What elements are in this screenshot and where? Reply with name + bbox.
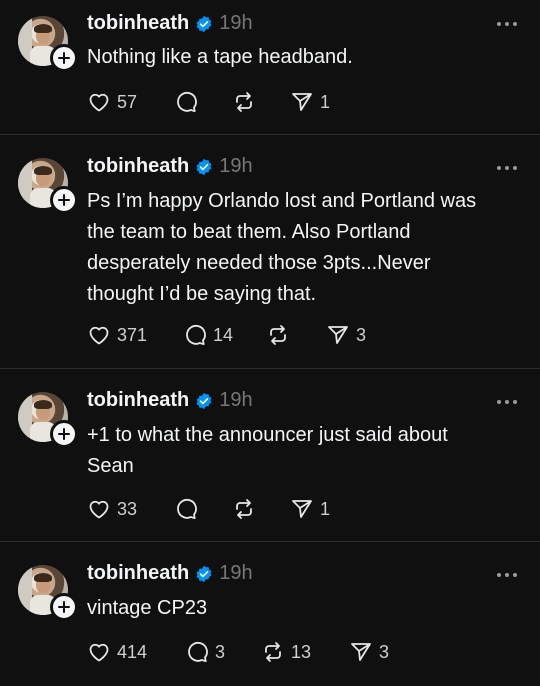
share-button[interactable]: 1 [290, 497, 330, 521]
timestamp: 19h [219, 12, 253, 34]
like-count: 57 [117, 91, 138, 112]
follow-plus-icon[interactable] [50, 420, 78, 448]
heart-icon [89, 643, 109, 662]
repost-count: 13 [291, 641, 312, 662]
follow-plus-icon[interactable] [50, 44, 78, 72]
more-dots-icon[interactable] [496, 572, 518, 578]
post-text-line: Ps I’m happy Orlando lost and Portland w… [87, 190, 477, 212]
paper-plane-icon [292, 93, 312, 111]
share-count: 1 [320, 498, 331, 519]
post-text-line: Nothing like a tape headband. [87, 46, 353, 68]
timestamp: 19h [219, 155, 253, 177]
post: tobinheath 19h +1 to what the announcer … [0, 369, 540, 541]
share-button[interactable]: 1 [290, 90, 330, 114]
verified-badge-icon [196, 15, 212, 32]
verified-badge-icon [196, 158, 212, 175]
repost-arrows-icon [265, 642, 281, 662]
reply-button[interactable]: 3 [185, 640, 261, 664]
post-text: Nothing like a tape headband. [87, 42, 527, 73]
repost-button[interactable] [266, 323, 326, 347]
like-count: 371 [117, 324, 148, 345]
follow-plus-icon[interactable] [50, 186, 78, 214]
follow-plus-icon[interactable] [50, 593, 78, 621]
paper-plane-icon [292, 500, 312, 518]
paper-plane-icon [328, 326, 348, 344]
like-button[interactable]: 371 [87, 323, 153, 347]
share-button[interactable]: 3 [326, 323, 366, 347]
post-text-line: thought I’d be saying that. [87, 283, 317, 305]
repost-button[interactable]: 13 [261, 640, 349, 664]
heart-icon [89, 500, 109, 519]
like-button[interactable]: 57 [87, 90, 153, 114]
verified-badge-icon [196, 392, 212, 409]
post-text-line: Sean [87, 455, 134, 477]
post-text-line: vintage CP23 [87, 597, 208, 619]
username[interactable]: tobinheath [87, 389, 189, 412]
heart-icon [89, 93, 109, 112]
post-text: vintage CP23 [87, 593, 527, 624]
repost-arrows-icon [236, 92, 252, 112]
reply-count: 3 [215, 641, 226, 662]
post-text: +1 to what the announcer just said about… [87, 420, 527, 482]
reply-count: 14 [213, 324, 234, 345]
repost-arrows-icon [270, 325, 286, 345]
share-count: 3 [379, 641, 390, 662]
speech-bubble-icon [186, 324, 206, 346]
speech-bubble-icon [188, 641, 208, 663]
more-dots-icon[interactable] [496, 165, 518, 171]
reply-button[interactable]: 14 [183, 323, 266, 347]
more-dots-icon[interactable] [496, 21, 518, 27]
post: tobinheath 19h Nothing like a tape headb… [0, 0, 540, 134]
post: tobinheath 19h vintage CP23 414 3 13 3 [0, 542, 540, 686]
like-count: 33 [117, 498, 138, 519]
reply-button[interactable] [174, 497, 232, 521]
like-button[interactable]: 33 [87, 497, 153, 521]
share-button[interactable]: 3 [349, 640, 389, 664]
speech-bubble-icon [177, 498, 197, 520]
timestamp: 19h [219, 389, 253, 411]
timestamp: 19h [219, 562, 253, 584]
post-text-line: +1 to what the announcer just said about [87, 424, 448, 446]
like-count: 414 [117, 641, 148, 662]
username[interactable]: tobinheath [87, 155, 189, 178]
verified-badge-icon [196, 565, 212, 582]
username[interactable]: tobinheath [87, 562, 189, 585]
post-text-line: desperately needed those 3pts...Never [87, 252, 431, 274]
heart-icon [89, 326, 109, 345]
repost-arrows-icon [236, 499, 252, 519]
post-text: Ps I’m happy Orlando lost and Portland w… [87, 186, 527, 310]
username[interactable]: tobinheath [87, 12, 189, 35]
share-count: 3 [356, 324, 367, 345]
reply-button[interactable] [174, 90, 232, 114]
post-text-line: the team to beat them. Also Portland [87, 221, 411, 243]
repost-button[interactable] [232, 90, 290, 114]
post: tobinheath 19h Ps I’m happy Orlando lost… [0, 135, 540, 368]
paper-plane-icon [351, 643, 371, 661]
repost-button[interactable] [232, 497, 290, 521]
speech-bubble-icon [177, 91, 197, 113]
like-button[interactable]: 414 [87, 640, 153, 664]
share-count: 1 [320, 91, 331, 112]
more-dots-icon[interactable] [496, 399, 518, 405]
